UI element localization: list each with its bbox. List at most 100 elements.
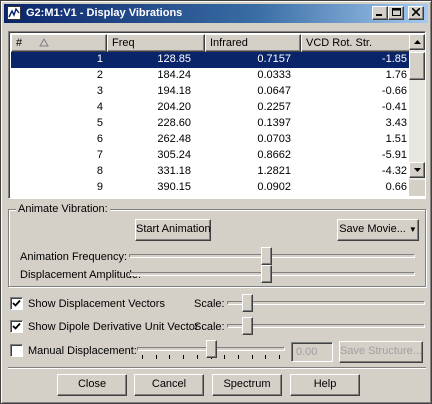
list-header: # Freq Infrared VCD Rot. Str. — [11, 34, 409, 52]
close-dialog-button[interactable]: Close — [57, 374, 127, 396]
slider-track — [227, 301, 425, 305]
vertical-scrollbar[interactable] — [409, 34, 425, 196]
cancel-button[interactable]: Cancel — [134, 374, 204, 396]
slider-tick — [252, 355, 253, 359]
table-row[interactable]: 1 128.85 0.7157 -1.85 — [11, 52, 409, 68]
manual-displacement-slider[interactable] — [137, 339, 285, 359]
row-infrared: 0.0703 — [257, 133, 291, 145]
slider-track — [129, 272, 415, 276]
row-infrared: 0.0333 — [257, 69, 291, 81]
row-vcd: -4.32 — [381, 165, 407, 177]
checkmark-icon — [12, 322, 21, 330]
row-number: 6 — [96, 133, 103, 145]
animation-frequency-label: Animation Frequency: — [20, 251, 127, 263]
minimize-button[interactable] — [372, 6, 388, 20]
scroll-up-button[interactable] — [409, 34, 425, 50]
slider-tick — [156, 355, 157, 359]
table-row[interactable]: 8 331.18 1.2821 -4.32 — [11, 164, 409, 180]
help-button[interactable]: Help — [290, 374, 360, 396]
slider-thumb[interactable] — [242, 294, 253, 312]
row-infrared: 0.0902 — [257, 181, 291, 193]
vertical-scroll-thumb[interactable] — [409, 52, 425, 80]
row-number: 4 — [96, 101, 103, 113]
table-row[interactable]: 2 184.24 0.0333 1.76 — [11, 68, 409, 84]
row-freq: 228.60 — [157, 117, 191, 129]
vibration-list[interactable]: # Freq Infrared VCD Rot. Str. 1 128.85 0… — [8, 31, 426, 199]
slider-track — [129, 254, 415, 258]
minimize-icon — [376, 14, 382, 16]
table-row[interactable]: 7 305.24 0.8662 -5.91 — [11, 148, 409, 164]
row-vcd: -0.41 — [381, 101, 407, 113]
save-movie-button[interactable]: Save Movie... ▼ — [337, 219, 419, 241]
column-label: Freq — [112, 37, 135, 49]
column-header-vcd[interactable]: VCD Rot. Str. — [301, 34, 409, 52]
slider-thumb[interactable] — [242, 317, 253, 335]
save-structure-button[interactable]: Save Structure... — [339, 341, 423, 363]
slider-tick — [183, 355, 184, 359]
slider-tick — [224, 355, 225, 359]
row-number: 1 — [96, 53, 103, 65]
manual-displacement-value[interactable]: 0.00 — [291, 342, 333, 362]
row-vcd: -0.66 — [381, 85, 407, 97]
vectors-scale-slider[interactable] — [227, 293, 425, 313]
column-label: VCD Rot. Str. — [306, 37, 373, 49]
maximize-icon — [391, 8, 401, 16]
row-number: 8 — [96, 165, 103, 177]
row-freq: 128.85 — [157, 53, 191, 65]
row-number: 3 — [96, 85, 103, 97]
row-vcd: 1.76 — [385, 69, 407, 81]
dipole-scale-slider[interactable] — [227, 316, 425, 336]
animation-frequency-slider[interactable] — [129, 246, 415, 266]
row-freq: 194.18 — [157, 85, 191, 97]
column-label: # — [16, 37, 23, 49]
column-header-freq[interactable]: Freq — [107, 34, 205, 52]
table-row[interactable]: 9 390.15 0.0902 0.66 — [11, 180, 409, 196]
slider-tick — [197, 355, 198, 359]
row-freq: 184.24 — [157, 69, 191, 81]
manual-displacement-checkbox[interactable] — [10, 344, 23, 357]
show-displacement-vectors-label[interactable]: Show Displacement Vectors — [28, 298, 165, 310]
column-header-number[interactable]: # — [11, 34, 107, 52]
slider-thumb[interactable] — [261, 247, 272, 265]
row-number: 9 — [96, 181, 103, 193]
displacement-amplitude-label: Displacement Amplitude: — [20, 269, 142, 281]
close-button[interactable] — [408, 6, 424, 20]
title-bar[interactable]: G2:M1:V1 - Display Vibrations — [4, 4, 428, 23]
slider-tick — [279, 355, 280, 359]
row-vcd: 3.43 — [385, 117, 407, 129]
row-vcd: -5.91 — [381, 149, 407, 161]
manual-displacement-label[interactable]: Manual Displacement: — [28, 345, 137, 357]
sort-ascending-icon — [39, 38, 50, 47]
row-infrared: 0.8662 — [257, 149, 291, 161]
app-icon — [7, 6, 21, 20]
slider-thumb[interactable] — [261, 265, 272, 283]
row-freq: 331.18 — [157, 165, 191, 177]
slider-thumb[interactable] — [206, 340, 217, 358]
table-row[interactable]: 6 262.48 0.0703 1.51 — [11, 132, 409, 148]
row-infrared: 0.0647 — [257, 85, 291, 97]
vectors-scale-label: Scale: — [194, 298, 225, 310]
table-row[interactable]: 5 228.60 0.1397 3.43 — [11, 116, 409, 132]
table-row[interactable]: 4 204.20 0.2257 -0.41 — [11, 100, 409, 116]
dropdown-arrow-icon: ▼ — [408, 225, 417, 234]
show-dipole-derivative-checkbox[interactable] — [10, 320, 23, 333]
close-icon — [412, 8, 420, 16]
row-infrared: 0.1397 — [257, 117, 291, 129]
displacement-amplitude-slider[interactable] — [129, 264, 415, 284]
save-movie-label: Save Movie... — [339, 223, 406, 235]
column-header-infrared[interactable]: Infrared — [205, 34, 301, 52]
animate-vibration-label: Animate Vibration: — [16, 203, 110, 215]
row-freq: 262.48 — [157, 133, 191, 145]
table-row[interactable]: 3 194.18 0.0647 -0.66 — [11, 84, 409, 100]
row-vcd: 0.66 — [385, 181, 407, 193]
spectrum-button[interactable]: Spectrum — [212, 374, 282, 396]
show-displacement-vectors-checkbox[interactable] — [10, 297, 23, 310]
start-animation-button[interactable]: Start Animation — [135, 219, 211, 241]
arrow-down-icon — [413, 168, 421, 172]
row-number: 2 — [96, 69, 103, 81]
maximize-button[interactable] — [388, 6, 404, 20]
row-number: 5 — [96, 117, 103, 129]
slider-tick — [169, 355, 170, 359]
show-dipole-derivative-label[interactable]: Show Dipole Derivative Unit Vector — [28, 321, 199, 333]
scroll-down-button[interactable] — [409, 162, 425, 178]
